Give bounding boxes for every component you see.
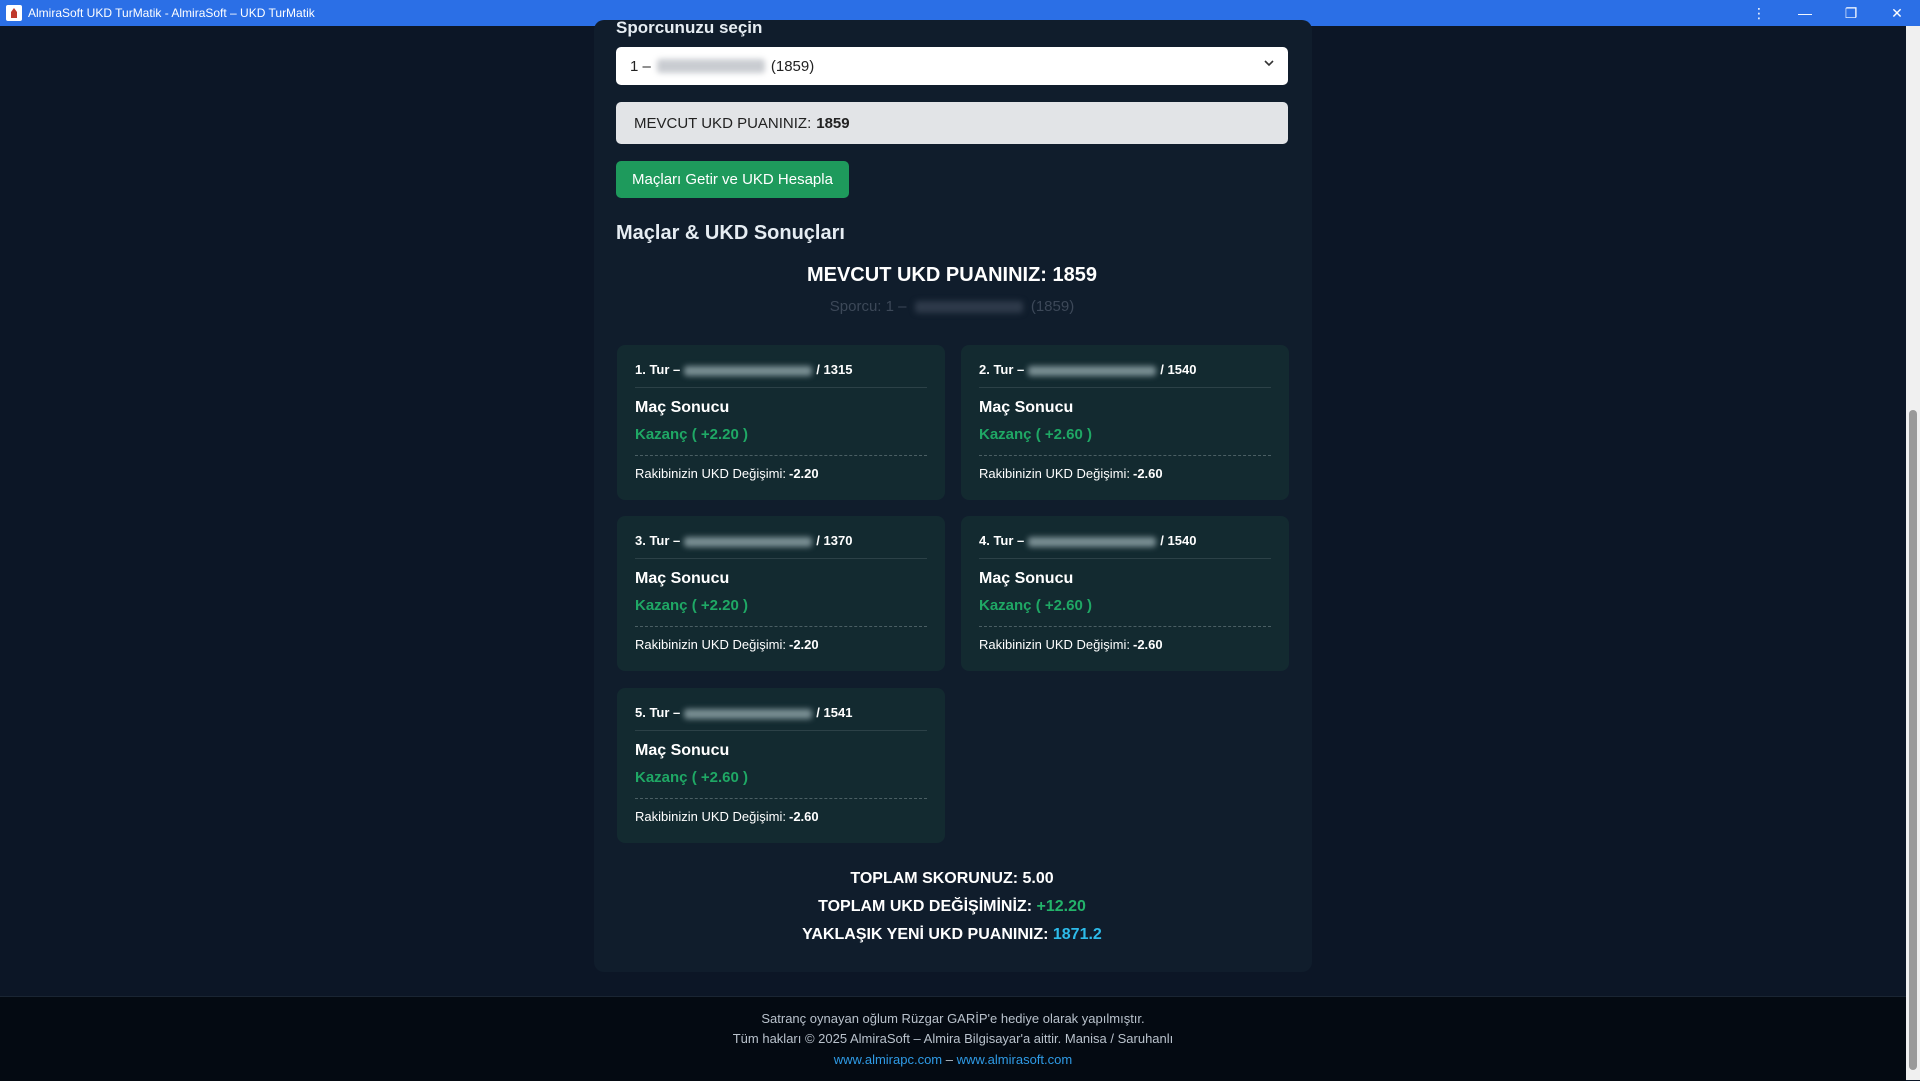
blurred-name bbox=[684, 536, 813, 547]
blurred-name bbox=[656, 59, 765, 73]
result-label: Maç Sonucu bbox=[635, 742, 730, 759]
blurred-name bbox=[1028, 536, 1157, 547]
total-score: TOPLAM SKORUNUZ: 5.00 bbox=[850, 870, 1054, 887]
result-label: Maç Sonucu bbox=[979, 570, 1074, 587]
athlete-rating: (1859) bbox=[1030, 298, 1075, 315]
opponent-change-label: Rakibinizin UKD Değişimi: bbox=[635, 809, 786, 824]
opponent-change-label: Rakibinizin UKD Değişimi: bbox=[635, 637, 786, 652]
section-title: Maçlar & UKD Sonuçları bbox=[616, 222, 845, 244]
result-value: Kazanç ( +2.60 ) bbox=[979, 597, 1092, 614]
match-card: 2. Tur – / 1540 Maç Sonucu Kazanç ( +2.60… bbox=[961, 345, 1289, 500]
opponent-change-value: -2.60 bbox=[1133, 637, 1163, 652]
blurred-name bbox=[684, 365, 813, 376]
opponent-rating: / 1370 bbox=[816, 533, 853, 548]
blurred-name bbox=[1028, 365, 1157, 376]
opponent-change: Rakibinizin UKD Değişimi: -2.60 bbox=[979, 637, 1163, 652]
footer-dedication: Satranç oynayan oğlum Rüzgar GARİP'e hed… bbox=[761, 1011, 1145, 1026]
footer-links: www.almirapc.com – www.almirasoft.com bbox=[0, 1052, 1906, 1067]
close-button[interactable]: ✕ bbox=[1874, 0, 1920, 26]
opponent-change: Rakibinizin UKD Değişimi: -2.20 bbox=[635, 637, 819, 652]
link-separator: – bbox=[945, 1052, 953, 1067]
footer-copyright: Tüm hakları © 2025 AlmiraSoft – Almira B… bbox=[732, 1031, 1174, 1046]
opponent-change: Rakibinizin UKD Değişimi: -2.60 bbox=[635, 809, 819, 824]
opponent-change-value: -2.60 bbox=[1133, 466, 1163, 481]
athlete-select[interactable]: 1 – (1859) bbox=[616, 47, 1288, 85]
opponent-change-label: Rakibinizin UKD Değişimi: bbox=[979, 466, 1130, 481]
results-title: MEVCUT UKD PUANINIZ: 1859 bbox=[806, 264, 1098, 286]
link-almirapc[interactable]: www.almirapc.com bbox=[834, 1052, 942, 1067]
opponent-change-value: -2.60 bbox=[789, 809, 819, 824]
result-label: Maç Sonucu bbox=[635, 399, 730, 416]
minimize-button[interactable]: — bbox=[1782, 0, 1828, 26]
blurred-name bbox=[684, 708, 813, 719]
app-icon bbox=[6, 5, 22, 21]
select-prefix: 1 – bbox=[630, 57, 651, 75]
current-rating-box: MEVCUT UKD PUANINIZ: 1859 bbox=[616, 102, 1288, 144]
opponent-change: Rakibinizin UKD Değişimi: -2.20 bbox=[635, 466, 819, 481]
current-rating-value: 1859 bbox=[816, 114, 850, 132]
result-value: Kazanç ( +2.20 ) bbox=[635, 597, 748, 614]
athlete-prefix: Sporcu: 1 – bbox=[829, 298, 907, 315]
result-value: Kazanç ( +2.60 ) bbox=[979, 426, 1092, 443]
divider bbox=[635, 798, 927, 799]
divider bbox=[979, 455, 1271, 456]
match-card: 4. Tur – / 1540 Maç Sonucu Kazanç ( +2.60… bbox=[961, 516, 1289, 671]
footer: Satranç oynayan oğlum Rüzgar GARİP'e hed… bbox=[0, 996, 1906, 1081]
divider bbox=[635, 626, 927, 627]
round-label: 2. Tur – bbox=[979, 362, 1025, 377]
opponent-change-label: Rakibinizin UKD Değişimi: bbox=[979, 637, 1130, 652]
match-header: 5. Tur – / 1541 bbox=[635, 705, 927, 731]
athlete-line: Sporcu: 1 – (1859) bbox=[616, 298, 1288, 315]
round-label: 1. Tur – bbox=[635, 362, 681, 377]
opponent-rating: / 1541 bbox=[816, 705, 853, 720]
match-header: 3. Tur – / 1370 bbox=[635, 533, 927, 559]
total-change-value: +12.20 bbox=[1036, 898, 1086, 915]
total-change: TOPLAM UKD DEĞİŞİMİNİZ: +12.20 bbox=[616, 898, 1288, 916]
blurred-name bbox=[914, 301, 1023, 314]
divider bbox=[635, 455, 927, 456]
result-label: Maç Sonucu bbox=[979, 399, 1074, 416]
new-rating: YAKLAŞIK YENİ UKD PUANINIZ: 1871.2 bbox=[616, 926, 1288, 944]
opponent-change-label: Rakibinizin UKD Değişimi: bbox=[635, 466, 786, 481]
restore-button[interactable]: ❐ bbox=[1828, 0, 1874, 26]
chevron-down-icon bbox=[1264, 60, 1274, 67]
result-value: Kazanç ( +2.20 ) bbox=[635, 426, 748, 443]
new-rating-label: YAKLAŞIK YENİ UKD PUANINIZ: bbox=[802, 926, 1049, 943]
opponent-change-value: -2.20 bbox=[789, 466, 819, 481]
opponent-rating: / 1540 bbox=[1160, 533, 1197, 548]
opponent-rating: / 1315 bbox=[816, 362, 853, 377]
match-card: 1. Tur – / 1315 Maç Sonucu Kazanç ( +2.20… bbox=[617, 345, 945, 500]
opponent-change-value: -2.20 bbox=[789, 637, 819, 652]
calculate-button[interactable]: Maçları Getir ve UKD Hesapla bbox=[616, 161, 849, 198]
opponent-rating: / 1540 bbox=[1160, 362, 1197, 377]
current-rating-label: MEVCUT UKD PUANINIZ: bbox=[634, 114, 812, 132]
match-card: 3. Tur – / 1370 Maç Sonucu Kazanç ( +2.20… bbox=[617, 516, 945, 671]
select-rating: (1859) bbox=[770, 57, 815, 75]
link-almirasoft[interactable]: www.almirasoft.com bbox=[957, 1052, 1073, 1067]
window-title: AlmiraSoft UKD TurMatik - AlmiraSoft – U… bbox=[28, 6, 315, 20]
match-card: 5. Tur – / 1541 Maç Sonucu Kazanç ( +2.60… bbox=[617, 688, 945, 843]
match-header: 2. Tur – / 1540 bbox=[979, 362, 1271, 388]
total-change-label: TOPLAM UKD DEĞİŞİMİNİZ: bbox=[818, 898, 1033, 915]
result-value: Kazanç ( +2.60 ) bbox=[635, 769, 748, 786]
round-label: 3. Tur – bbox=[635, 533, 681, 548]
scrollbar-thumb[interactable] bbox=[1909, 410, 1917, 1070]
select-label: Sporcunuzu seçin bbox=[616, 18, 763, 37]
result-label: Maç Sonucu bbox=[635, 570, 730, 587]
round-label: 4. Tur – bbox=[979, 533, 1025, 548]
opponent-change: Rakibinizin UKD Değişimi: -2.60 bbox=[979, 466, 1163, 481]
divider bbox=[979, 626, 1271, 627]
menu-icon[interactable]: ⋮ bbox=[1736, 0, 1782, 26]
round-label: 5. Tur – bbox=[635, 705, 681, 720]
match-header: 1. Tur – / 1315 bbox=[635, 362, 927, 388]
new-rating-value: 1871.2 bbox=[1052, 926, 1102, 943]
match-header: 4. Tur – / 1540 bbox=[979, 533, 1271, 559]
